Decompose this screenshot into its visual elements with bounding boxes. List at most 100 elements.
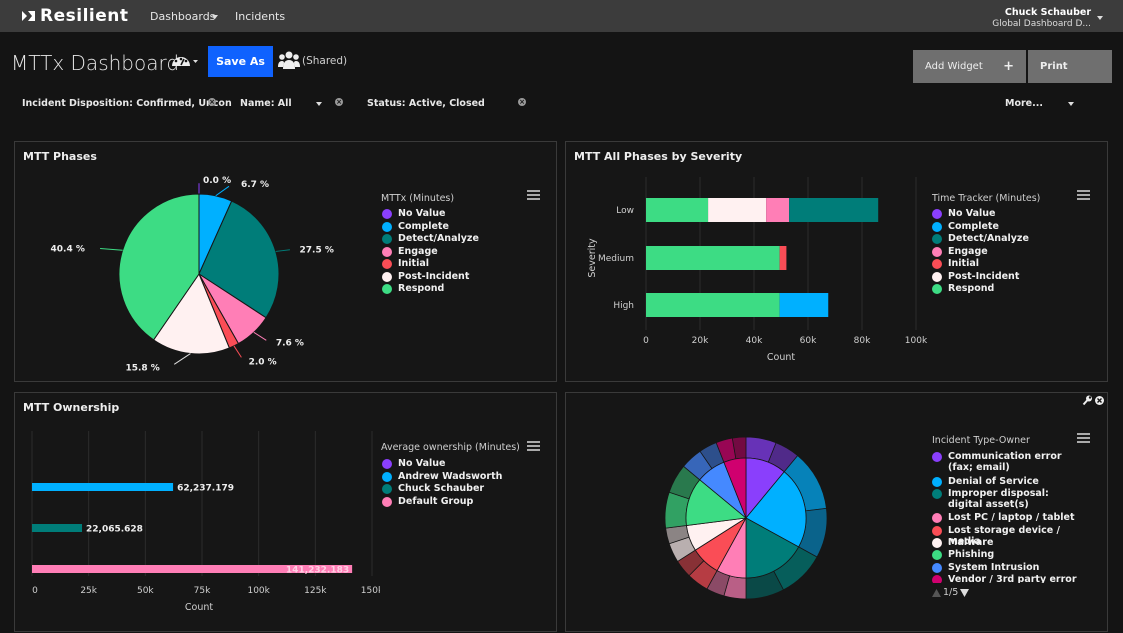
legend-label: Chuck Schauber bbox=[398, 483, 485, 494]
legend-item-communication-error-fax-email[interactable]: Communication error (fax; email) bbox=[932, 451, 1082, 473]
add-widget-button[interactable]: Add Widget + bbox=[913, 50, 1026, 83]
bar-segment-medium-initial[interactable] bbox=[779, 246, 787, 270]
legend-item-no-value[interactable]: No Value bbox=[382, 208, 446, 219]
legend-swatch bbox=[932, 488, 942, 499]
legend-swatch bbox=[932, 209, 942, 219]
resilient-logo[interactable]: Resilient bbox=[22, 6, 128, 26]
legend-item-malware[interactable]: Malware bbox=[932, 537, 1082, 548]
legend-item-no-value[interactable]: No Value bbox=[382, 458, 446, 469]
legend-item-no-value[interactable]: No Value bbox=[932, 208, 996, 219]
x-axis-label: Count bbox=[185, 602, 213, 613]
legend-label: Detect/Analyze bbox=[398, 233, 479, 244]
legend-item-complete[interactable]: Complete bbox=[382, 221, 449, 232]
legend-label: Post-Incident bbox=[398, 270, 470, 282]
legend-item-improper-disposal-digital-asset-s[interactable]: Improper disposal: digital asset(s) bbox=[932, 488, 1082, 510]
widget-incident-type-owner: Incident Type-Owner Communication error … bbox=[565, 392, 1108, 632]
legend-item-detect-analyze[interactable]: Detect/Analyze bbox=[932, 233, 1029, 244]
bar-chuck-schauber[interactable] bbox=[32, 524, 83, 532]
more-filters-dropdown[interactable]: More... bbox=[1005, 98, 1043, 109]
nav-dashboards[interactable]: Dashboards bbox=[150, 10, 215, 23]
bar-segment-low-post-incident[interactable] bbox=[708, 198, 767, 222]
print-button[interactable]: Print bbox=[1028, 50, 1112, 83]
ownership-bar-chart: 0 25k 50k 75k 100k 125k 150k Count 62,237.179 22,… bbox=[31, 431, 380, 613]
add-widget-label: Add Widget bbox=[925, 61, 983, 72]
user-name: Chuck Schauber bbox=[1004, 7, 1091, 18]
legend-item-post-incident[interactable]: Post-Incident bbox=[382, 271, 469, 282]
legend-item-initial[interactable]: Initial bbox=[382, 258, 429, 269]
x-tick-label: 40k bbox=[746, 336, 763, 346]
menu-icon[interactable] bbox=[1077, 190, 1090, 200]
legend-pager: 1/5 bbox=[932, 587, 970, 598]
legend-item-engage[interactable]: Engage bbox=[382, 246, 438, 257]
filter-name[interactable]: Name: All bbox=[240, 98, 292, 109]
pie-data-label: 15.8 % bbox=[125, 364, 159, 374]
legend-item-respond[interactable]: Respond bbox=[382, 283, 444, 294]
clear-filter-icon[interactable]: × bbox=[208, 98, 216, 106]
legend-swatch bbox=[932, 221, 942, 232]
bar-segment-low-engage[interactable] bbox=[766, 198, 790, 222]
filter-status[interactable]: Status: Active, Closed bbox=[367, 98, 485, 109]
legend-label: System Intrusion bbox=[948, 561, 1040, 573]
page-up-icon[interactable] bbox=[932, 588, 941, 597]
dashboard-gauge-icon[interactable] bbox=[171, 53, 199, 69]
bar-andrew-wadsworth[interactable] bbox=[32, 483, 174, 491]
legend-label: No Value bbox=[398, 458, 446, 469]
legend-swatch bbox=[382, 496, 392, 507]
bar-segment-low-detect-analyze[interactable] bbox=[789, 198, 879, 222]
legend-item-lost-pc-laptop-tablet[interactable]: Lost PC / laptop / tablet bbox=[932, 512, 1082, 524]
page-down-icon[interactable] bbox=[960, 588, 970, 597]
legend-label: Andrew Wadsworth bbox=[398, 470, 503, 482]
legend-item-system-intrusion[interactable]: System Intrusion bbox=[932, 562, 1082, 573]
chevron-down-icon[interactable] bbox=[212, 15, 218, 19]
menu-icon[interactable] bbox=[527, 190, 540, 200]
brand-name: Resilient bbox=[40, 6, 129, 26]
pie-data-label: 40.4 % bbox=[51, 244, 85, 254]
legend-item-post-incident[interactable]: Post-Incident bbox=[932, 271, 1019, 282]
nav-incidents[interactable]: Incidents bbox=[235, 10, 285, 23]
logo-icon bbox=[22, 11, 35, 21]
legend-item-phishing[interactable]: Phishing bbox=[932, 549, 1082, 561]
legend-page: 1/5 bbox=[943, 587, 959, 598]
legend-label: Initial bbox=[948, 258, 980, 269]
severity-bar-chart: 0 20k 40k 60k 80k 100k Count Severity Low Medium H… bbox=[587, 177, 928, 363]
bar-value-label: 22,065.628 bbox=[86, 525, 143, 535]
menu-icon[interactable] bbox=[527, 441, 540, 451]
legend-item-denial-of-service[interactable]: Denial of Service bbox=[932, 476, 1082, 487]
legend-item-respond[interactable]: Respond bbox=[932, 283, 994, 294]
clear-filter-icon[interactable]: × bbox=[518, 98, 526, 106]
x-tick-label: 75k bbox=[194, 586, 211, 596]
legend-item-detect-analyze[interactable]: Detect/Analyze bbox=[382, 233, 479, 244]
more-chevron-icon[interactable] bbox=[1068, 102, 1074, 106]
legend-item-andrew-wadsworth[interactable]: Andrew Wadsworth bbox=[382, 471, 502, 482]
legend-item-initial[interactable]: Initial bbox=[932, 258, 979, 269]
user-menu-chevron-icon[interactable] bbox=[1097, 16, 1103, 20]
legend-swatch bbox=[932, 246, 942, 257]
legend-label: Denial of Service bbox=[948, 475, 1039, 487]
menu-icon[interactable] bbox=[1077, 433, 1090, 443]
legend-swatch bbox=[932, 476, 942, 487]
legend-item-vendor-3rd-party-error[interactable]: Vendor / 3rd party error bbox=[932, 574, 1082, 583]
legend-swatch bbox=[932, 452, 942, 462]
legend-swatch bbox=[382, 234, 392, 244]
bar-segment-medium-respond[interactable] bbox=[646, 246, 780, 270]
label-connector bbox=[100, 247, 123, 251]
label-connector bbox=[253, 331, 267, 341]
save-as-button[interactable]: Save As bbox=[208, 46, 273, 77]
bar-segment-low-respond[interactable] bbox=[646, 198, 709, 222]
legend-label: Detect/Analyze bbox=[948, 233, 1029, 244]
legend-item-complete[interactable]: Complete bbox=[932, 221, 999, 232]
legend-swatch bbox=[932, 537, 942, 548]
legend-item-default-group[interactable]: Default Group bbox=[382, 496, 473, 507]
legend-item-engage[interactable]: Engage bbox=[932, 246, 988, 257]
bar-segment-high-complete[interactable] bbox=[779, 293, 829, 317]
legend-swatch bbox=[382, 209, 392, 219]
plus-icon: + bbox=[1003, 59, 1014, 74]
x-tick-label: 100k bbox=[905, 336, 928, 346]
user-menu[interactable]: Chuck Schauber Global Dashboard D... bbox=[992, 7, 1091, 29]
clear-filter-icon[interactable]: × bbox=[335, 98, 343, 106]
y-tick-label: Medium bbox=[598, 254, 634, 264]
filter-incident-disposition[interactable]: Incident Disposition: Confirmed, Uncon bbox=[22, 98, 232, 109]
filter-name-chevron-icon[interactable] bbox=[316, 102, 322, 106]
legend-item-chuck-schauber[interactable]: Chuck Schauber bbox=[382, 483, 484, 494]
bar-segment-high-respond[interactable] bbox=[646, 293, 780, 317]
